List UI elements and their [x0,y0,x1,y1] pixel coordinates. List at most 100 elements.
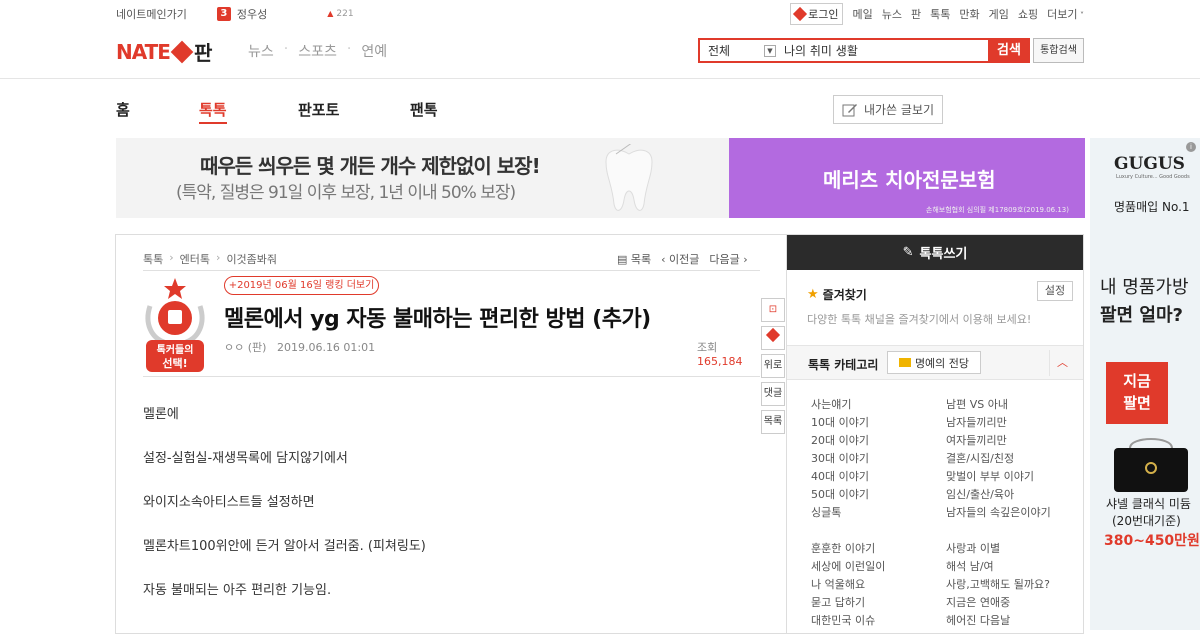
next-label: 다음글 [709,253,740,266]
paragraph: 멜론차트100위안에 든거 알아서 걸러줌. (피쳐링도) [143,539,426,554]
paragraph: 멜론에 [143,407,179,422]
link-news[interactable]: 뉴스 [882,6,902,22]
side-ad[interactable]: i GUGUS Luxury Culture... Good Goods 명품매… [1090,138,1200,630]
search-scope-select[interactable]: 전체 ▼ [700,40,780,61]
ranking-more-button[interactable]: +2019년 06월 16일 랭킹 더보기 [224,276,379,295]
crumb-talk[interactable]: 톡톡 [143,251,163,267]
side-ad-q1: 내 명품가방 [1100,277,1189,298]
article-divider [143,270,760,271]
author[interactable]: ㅇㅇ (판) [224,341,266,354]
tooth-icon [605,144,653,211]
article-meta: ㅇㅇ (판) 2019.06.16 01:01 [224,339,375,355]
search-button[interactable]: 검색 [988,38,1030,63]
handbag-icon [1114,438,1188,492]
category-item[interactable]: 지금은 연애중 [946,594,1050,612]
next-link[interactable]: 다음글 › [709,251,747,267]
category-item[interactable]: 맞벌이 부부 이야기 [946,468,1051,486]
category-item[interactable]: 남자들의 속깊은이야기 [946,504,1051,522]
category-item[interactable]: 묻고 답하기 [811,594,885,612]
category-item[interactable]: 여자들끼리만 [946,432,1051,450]
list-label: 목록 [630,253,652,266]
category-item[interactable]: 세상에 이런일이 [811,558,885,576]
nate-share-button[interactable] [761,326,785,350]
link-mail[interactable]: 메일 [852,6,872,22]
scroll-top-button[interactable]: 위로 [761,354,785,378]
category-item[interactable]: 50대 이야기 [811,486,869,504]
tab-home[interactable]: 홈 [116,99,130,120]
paragraph: 와이지소속아티스트들 설정하면 [143,495,315,510]
side-ad-item2: (20번대기준) [1112,514,1181,528]
category-item[interactable]: 결혼/시집/친정 [946,450,1051,468]
link-shopping[interactable]: 쇼핑 [1018,6,1038,22]
list-button[interactable]: 목록 [761,410,785,434]
view-count: 조회 165,184 [697,339,759,368]
category-item[interactable]: 해석 남/여 [946,558,1050,576]
link-pan[interactable]: 판 [911,6,921,22]
tab-panphoto[interactable]: 판포토 [298,99,339,120]
category-item[interactable]: 40대 이야기 [811,468,869,486]
article-nav: ▤ 목록 ‹ 이전글 다음글 › [617,251,748,267]
crumb-look[interactable]: 이것좀봐줘 [226,251,277,267]
search-input[interactable]: 나의 취미 생활 [780,42,988,59]
category-item[interactable]: 대한민국 이슈 [811,612,885,630]
crumb-enter[interactable]: 엔터톡 [180,251,210,267]
nate-logo-icon [793,6,808,22]
info-icon[interactable]: i [1186,142,1196,152]
bookmark-button[interactable]: ⊡ [761,298,785,322]
category-item[interactable]: 20대 이야기 [811,432,869,450]
collapse-icon[interactable]: ︿ [1049,350,1075,376]
list-link[interactable]: ▤ 목록 [617,251,651,267]
my-posts-button[interactable]: 내가쓴 글보기 [833,95,943,124]
login-button[interactable]: 로그인 [790,3,844,25]
category-item[interactable]: 남편 VS 아내 [946,396,1051,414]
link-game[interactable]: 게임 [989,6,1009,22]
settings-button[interactable]: 설정 [1037,281,1073,301]
category-title: 톡톡 카테고리 [808,358,879,372]
nate-main-link[interactable]: 네이트메인가기 [116,6,187,22]
tab-talk[interactable]: 톡톡 [199,99,227,124]
tab-fantalk[interactable]: 팬톡 [410,99,438,120]
breadcrumb: 톡톡 › 엔터톡 › 이것좀봐줘 [143,251,278,267]
side-ad-item1: 샤넬 클래식 미듐 [1106,497,1191,511]
ad-right-small: 손해보험협회 심의필 제17809호(2019.06.13) [925,206,1069,214]
total-search-button[interactable]: 통합검색 [1033,38,1084,63]
category-item[interactable]: 싱글톡 [811,504,869,522]
link-talk[interactable]: 톡톡 [930,6,950,22]
pencil-icon: ✎ [902,245,914,260]
utility-left: 네이트메인가기 3 정우성 ▲ 221 [116,6,354,22]
category-item[interactable]: 10대 이야기 [811,414,869,432]
gnb-sports[interactable]: 스포츠 [298,41,337,61]
gnb-news[interactable]: 뉴스 [248,41,274,61]
ad-banner[interactable]: 때우든 씌우든 몇 개든 개수 제한없이 보장! (특약, 질병은 91일 이후… [116,138,1085,218]
link-comics[interactable]: 만화 [959,6,979,22]
category-item[interactable]: 사는얘기 [811,396,869,414]
category-item[interactable]: 사랑과 이별 [946,540,1050,558]
favorites-title: ★ 즐겨찾기 [807,286,867,303]
category-item[interactable]: 임신/출산/육아 [946,486,1051,504]
category-item[interactable]: 헤어진 다음날 [946,612,1050,630]
category-item[interactable]: 사랑,고백해도 될까요? [946,576,1050,594]
gnb-entertainment[interactable]: 연예 [361,41,387,61]
nate-pan-logo[interactable]: NATE 판 [116,37,212,66]
category-item[interactable]: 남자들끼리만 [946,414,1051,432]
comment-button[interactable]: 댓글 [761,382,785,406]
trending-keyword[interactable]: 정우성 [237,6,267,22]
prev-link[interactable]: ‹ 이전글 [661,251,699,267]
article-divider2 [143,376,760,377]
category-item[interactable]: 훈훈한 이야기 [811,540,885,558]
list-icon: ▤ [617,253,631,266]
side-ad-no1: 명품매입 No.1 [1114,200,1190,214]
paragraph: 설정-실험실-재생목록에 담지않기에서 [143,451,348,466]
post-date: 2019.06.16 01:01 [276,341,376,354]
link-more[interactable]: 더보기 ˅ [1047,6,1084,22]
category-item[interactable]: 30대 이야기 [811,450,869,468]
category-item[interactable]: 나 억울해요 [811,576,885,594]
utility-right: 로그인 메일 뉴스 판 톡톡 만화 게임 쇼핑 더보기 ˅ [790,3,1084,25]
star-icon: ★ [807,287,819,302]
hall-of-fame-button[interactable]: 명예의 전당 [887,351,981,374]
write-talk-button[interactable]: ✎ 톡톡쓰기 [787,235,1083,270]
chevron-right-icon: › [739,253,748,266]
medal-text2: 선택! [162,356,187,370]
side-ad-redbox: 지금 팔면 [1106,362,1168,424]
side-ad-red1: 지금 [1123,372,1151,390]
